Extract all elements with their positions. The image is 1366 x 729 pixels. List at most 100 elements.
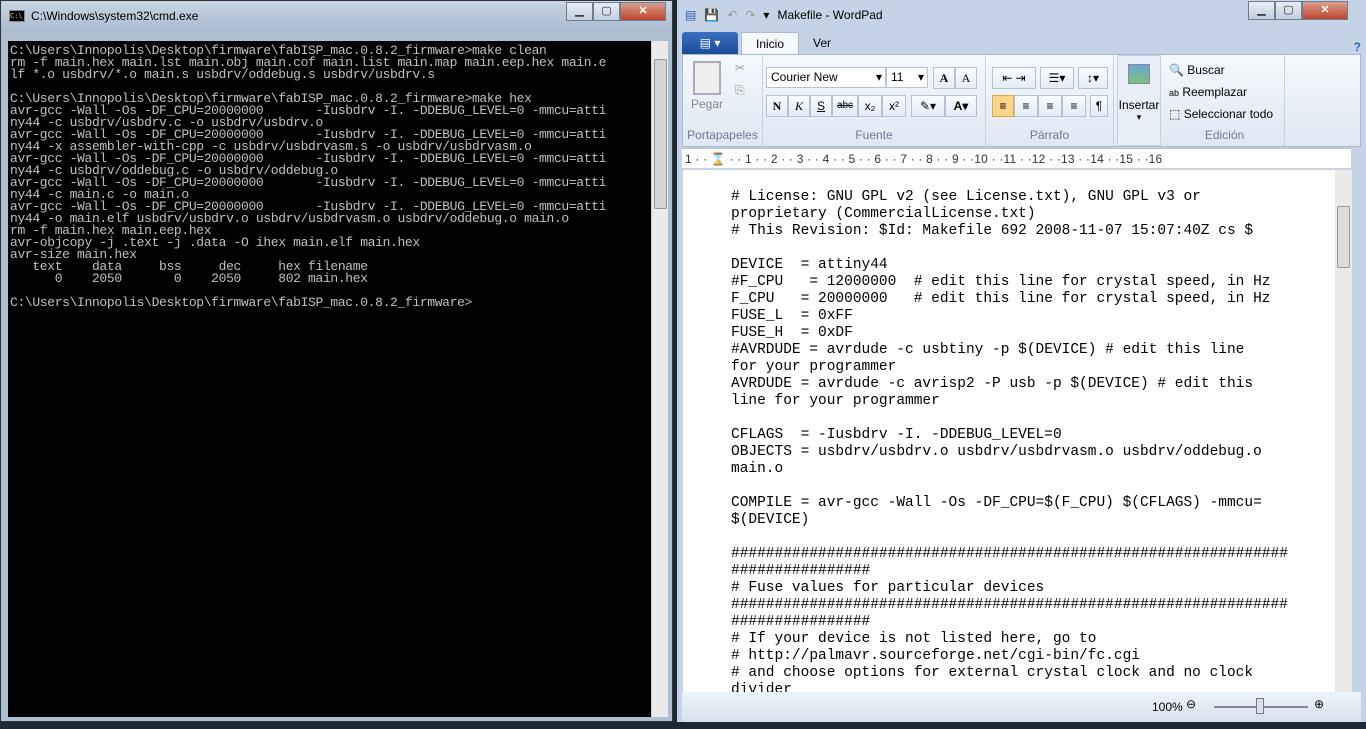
binoculars-icon: 🔍 bbox=[1169, 63, 1184, 77]
text-line: C:\Users\Innopolis\Desktop\firmware\fabI… bbox=[10, 295, 472, 310]
paste-icon bbox=[693, 61, 721, 95]
picture-icon bbox=[1128, 64, 1150, 84]
text-line: proprietary (CommercialLicense.txt) bbox=[731, 206, 1036, 222]
tab-inicio[interactable]: Inicio bbox=[741, 32, 800, 54]
highlight-color-button[interactable]: ✎▾ bbox=[911, 95, 945, 117]
tab-ver[interactable]: Ver bbox=[799, 32, 845, 54]
text-line: # Fuse values for particular devices bbox=[731, 580, 1045, 596]
find-button[interactable]: 🔍 Buscar bbox=[1169, 63, 1225, 77]
underline-button[interactable]: S bbox=[810, 95, 832, 117]
text-line: 0 2050 0 2050 802 main.hex bbox=[10, 271, 368, 286]
insert-label: Insertar bbox=[1118, 98, 1160, 112]
shrink-font-button[interactable]: A bbox=[955, 67, 977, 89]
grow-font-button[interactable]: A bbox=[933, 67, 955, 89]
cmd-window: C:\ C:\Windows\system32\cmd.exe ▁ ▢ ✕ C:\Us… bbox=[0, 0, 673, 722]
text-line: ################ bbox=[731, 563, 871, 579]
wordpad-icon: ▤ bbox=[685, 8, 697, 22]
replace-button[interactable]: ab Reemplazar bbox=[1169, 85, 1247, 99]
ruler[interactable]: 1 · · ⌛ · · 1 · · 2 · · 3 · · 4 · · 5 · … bbox=[682, 148, 1351, 168]
subscript-button[interactable]: x₂ bbox=[858, 95, 882, 117]
select-all-icon: ⬚ bbox=[1169, 107, 1181, 121]
text-line: FUSE_H = 0xDF bbox=[731, 325, 853, 341]
text-line: $(DEVICE) bbox=[731, 512, 810, 528]
text-line: COMPILE = avr-gcc -Wall -Os -DF_CPU=$(F_… bbox=[731, 495, 1262, 511]
minimize-button[interactable]: ▁ bbox=[566, 2, 593, 21]
text-line: CFLAGS = -Iusbdrv -I. -DDEBUG_LEVEL=0 bbox=[731, 427, 1062, 443]
help-icon[interactable]: ? bbox=[1354, 40, 1361, 54]
cmd-scrollbar[interactable] bbox=[651, 41, 668, 717]
text-line: ########################################… bbox=[731, 546, 1288, 562]
file-menu-button[interactable]: ▤ ▾ bbox=[682, 32, 738, 54]
zoom-level: 100% bbox=[1152, 700, 1183, 714]
justify-button[interactable]: ≡ bbox=[1062, 95, 1086, 117]
maximize-button[interactable]: ▢ bbox=[1275, 1, 1302, 20]
indent-buttons[interactable]: ⇤ ⇥ bbox=[992, 67, 1036, 89]
replace-icon: ab bbox=[1169, 88, 1180, 98]
list-button[interactable]: ☰▾ bbox=[1040, 67, 1074, 89]
text-line: lf *.o usbdrv/*.o main.s usbdrv/oddebug.… bbox=[10, 67, 435, 82]
text-line: # If your device is not listed here, go … bbox=[731, 631, 1097, 647]
quick-access-dropdown[interactable]: ▾ bbox=[763, 8, 769, 22]
minimize-button[interactable]: ▁ bbox=[1248, 1, 1275, 20]
close-button[interactable]: ✕ bbox=[620, 2, 666, 21]
group-label: Fuente bbox=[855, 128, 893, 142]
text-line: F_CPU = 20000000 # edit this line for cr… bbox=[731, 291, 1271, 307]
cmd-title: C:\Windows\system32\cmd.exe bbox=[31, 9, 199, 23]
copy-icon[interactable]: ⎘ bbox=[735, 83, 745, 98]
text-line: # and choose options for external crysta… bbox=[731, 665, 1254, 681]
text-line: main.o bbox=[731, 461, 784, 477]
font-color-button[interactable]: A▾ bbox=[945, 95, 977, 117]
close-button[interactable]: ✕ bbox=[1302, 1, 1348, 20]
save-icon[interactable]: 💾 bbox=[704, 8, 719, 22]
text-line bbox=[731, 240, 1335, 257]
document-editor[interactable]: # License: GNU GPL v2 (see License.txt),… bbox=[683, 170, 1335, 692]
italic-button[interactable]: K bbox=[788, 95, 810, 117]
wordpad-title: Makefile - WordPad bbox=[777, 8, 883, 22]
group-label: Párrafo bbox=[1029, 128, 1070, 142]
text-line: divider bbox=[731, 682, 792, 692]
select-all-button[interactable]: ⬚ Seleccionar todo bbox=[1169, 107, 1273, 121]
paragraph-button[interactable]: ¶ bbox=[1090, 95, 1108, 117]
text-line: #AVRDUDE = avrdude -c usbtiny -p $(DEVIC… bbox=[731, 342, 1245, 358]
align-center-button[interactable]: ≡ bbox=[1014, 95, 1038, 117]
text-line: # License: GNU GPL v2 (see License.txt),… bbox=[731, 189, 1201, 205]
text-line bbox=[731, 410, 1335, 427]
maximize-button[interactable]: ▢ bbox=[593, 2, 620, 21]
insert-button[interactable]: Insertar ▾ bbox=[1117, 55, 1161, 146]
text-line bbox=[731, 478, 1335, 495]
align-right-button[interactable]: ≡ bbox=[1038, 95, 1062, 117]
cmd-icon: C:\ bbox=[9, 10, 25, 22]
text-line: # This Revision: $Id: Makefile 692 2008-… bbox=[731, 223, 1254, 239]
zoom-in-button[interactable]: ⊕ bbox=[1314, 697, 1324, 711]
undo-icon[interactable]: ↶ bbox=[727, 8, 737, 22]
bold-button[interactable]: N bbox=[766, 95, 788, 117]
text-line: AVRDUDE = avrdude -c avrisp2 -P usb -p $… bbox=[731, 376, 1254, 392]
wordpad-window: ▤ 💾 ↶ ↷ ▾ Makefile - WordPad ▁ ▢ ✕ ▤ ▾ Ini… bbox=[677, 0, 1366, 722]
text-line bbox=[731, 529, 1335, 546]
font-family-select[interactable]: Courier New ▾ bbox=[766, 67, 886, 88]
zoom-slider-thumb[interactable] bbox=[1256, 698, 1264, 714]
redo-icon[interactable]: ↷ bbox=[745, 8, 755, 22]
zoom-out-button[interactable]: ⊖ bbox=[1186, 697, 1196, 711]
paste-button[interactable]: Pegar bbox=[691, 97, 723, 111]
text-line: DEVICE = attiny44 bbox=[731, 257, 888, 273]
text-line: #F_CPU = 12000000 # edit this line for c… bbox=[731, 274, 1271, 290]
document-scrollbar[interactable] bbox=[1335, 170, 1352, 692]
text-line: OBJECTS = usbdrv/usbdrv.o usbdrv/usbdrva… bbox=[731, 444, 1262, 460]
text-line: for your programmer bbox=[731, 359, 897, 375]
line-spacing-button[interactable]: ↕▾ bbox=[1078, 67, 1108, 89]
chevron-down-icon: ▾ bbox=[1136, 112, 1142, 122]
align-left-button[interactable]: ≡ bbox=[992, 95, 1014, 117]
font-size-select[interactable]: 11 ▾ bbox=[886, 67, 928, 88]
status-bar: 100% ⊖ ⊕ bbox=[682, 692, 1361, 722]
console-output[interactable]: C:\Users\Innopolis\Desktop\firmware\fabI… bbox=[8, 41, 651, 717]
group-label: Portapapeles bbox=[687, 128, 758, 142]
text-line: # http://palmavr.sourceforge.net/cgi-bin… bbox=[731, 648, 1140, 664]
text-line: ################ bbox=[731, 614, 871, 630]
strikethrough-button[interactable]: abc bbox=[832, 95, 858, 117]
text-line: ########################################… bbox=[731, 597, 1288, 613]
text-line: FUSE_L = 0xFF bbox=[731, 308, 853, 324]
ribbon: Pegar ✂ ⎘ Portapapeles Courier New ▾ 11 ▾ … bbox=[682, 54, 1361, 147]
superscript-button[interactable]: x² bbox=[882, 95, 906, 117]
cut-icon[interactable]: ✂ bbox=[735, 61, 745, 75]
